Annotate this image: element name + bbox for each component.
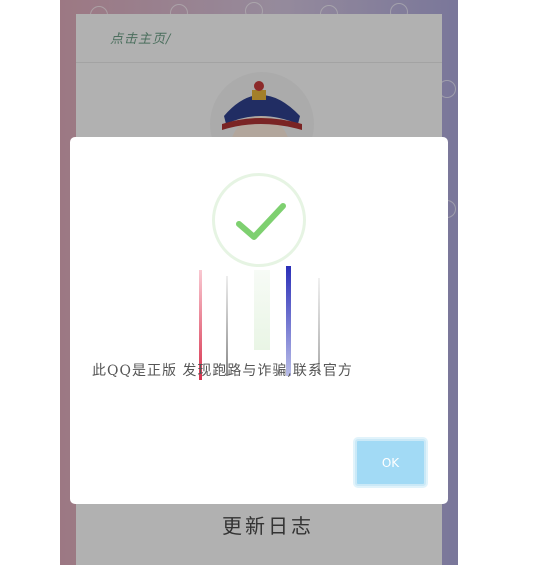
- success-icon-ring: [212, 173, 306, 267]
- checkmark-icon: [236, 203, 286, 240]
- glitch-stripe: [254, 270, 270, 350]
- dialog-message: 此QQ是正版 发现跑路与诈骗,联系官方: [92, 363, 353, 379]
- ok-button[interactable]: OK: [355, 439, 426, 486]
- changelog-title: 更新日志: [222, 514, 314, 538]
